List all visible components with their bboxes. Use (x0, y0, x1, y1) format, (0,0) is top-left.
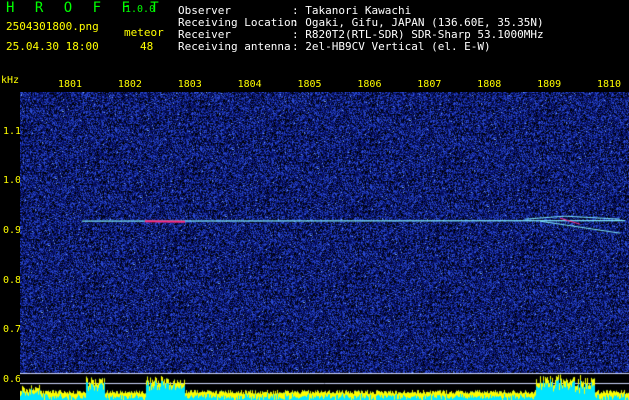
station-label: Receiving antenna (178, 40, 291, 53)
x-tick-label: 1809 (537, 79, 562, 90)
file-name: 2504301800.png (6, 20, 99, 33)
observation-datetime: 25.04.30 18:00 (6, 40, 99, 53)
y-tick-label: 1.1 (3, 125, 22, 137)
x-tick-label: 1803 (177, 79, 202, 90)
x-tick-label: 1804 (237, 79, 262, 90)
x-tick-label: 1807 (417, 79, 442, 90)
y-tick-label: 0.8 (3, 274, 22, 286)
x-tick-label: 1805 (297, 79, 322, 90)
x-tick-label: 1808 (477, 79, 502, 90)
app-version: 1.0.0 (125, 4, 156, 15)
x-tick-label: 1810 (596, 79, 622, 90)
station-value: : 2el-HB9CV Vertical (el. E-W) (292, 40, 491, 53)
y-axis-unit: kHz (1, 75, 20, 86)
x-tick-label: 1806 (357, 79, 382, 90)
x-tick-label: 1802 (117, 79, 142, 90)
y-tick-label: 0.9 (3, 225, 22, 237)
spectrogram (20, 92, 629, 400)
meteor-count: 48 (140, 40, 154, 53)
meteor-label: meteor (124, 26, 164, 39)
y-tick-label: 1.0 (3, 175, 22, 187)
x-tick-label: 1801 (57, 79, 83, 90)
y-tick-label: 0.6 (3, 374, 22, 386)
y-tick-label: 0.7 (3, 324, 22, 336)
station-row-antenna: Receiving antenna: 2el-HB9CV Vertical (e… (178, 40, 491, 53)
